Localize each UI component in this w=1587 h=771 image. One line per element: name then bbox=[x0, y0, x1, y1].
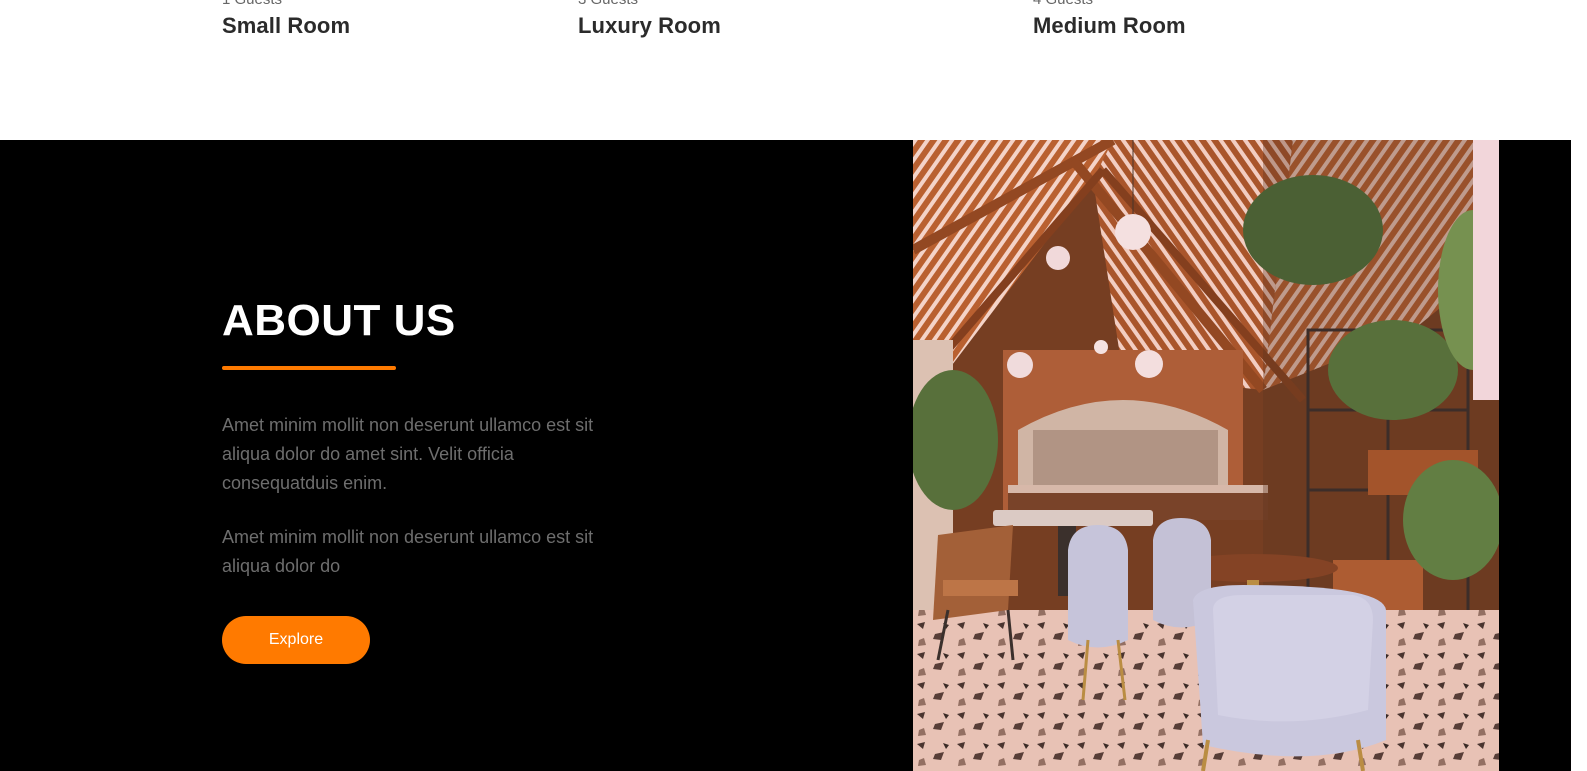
room-name[interactable]: Small Room bbox=[222, 13, 350, 39]
about-paragraph-2: Amet minim mollit non deserunt ullamco e… bbox=[222, 527, 594, 576]
room-guests: 3 Guests bbox=[578, 0, 638, 8]
room-list: 1 Guests Small Room 3 Guests Luxury Room… bbox=[0, 0, 1571, 140]
scrollbar-track[interactable] bbox=[1571, 0, 1587, 771]
about-paragraph-1: Amet minim mollit non deserunt ullamco e… bbox=[222, 415, 594, 493]
room-name[interactable]: Medium Room bbox=[1033, 13, 1186, 39]
explore-button[interactable]: Explore bbox=[222, 616, 370, 664]
about-section: ABOUT US Amet minim mollit non deserunt … bbox=[0, 140, 1571, 771]
room-name[interactable]: Luxury Room bbox=[578, 13, 721, 39]
restaurant-interior-photo bbox=[913, 140, 1499, 771]
title-underline bbox=[222, 366, 396, 370]
about-title: ABOUT US bbox=[222, 296, 456, 345]
room-guests: 4 Guests bbox=[1033, 0, 1093, 8]
room-guests: 1 Guests bbox=[222, 0, 282, 8]
